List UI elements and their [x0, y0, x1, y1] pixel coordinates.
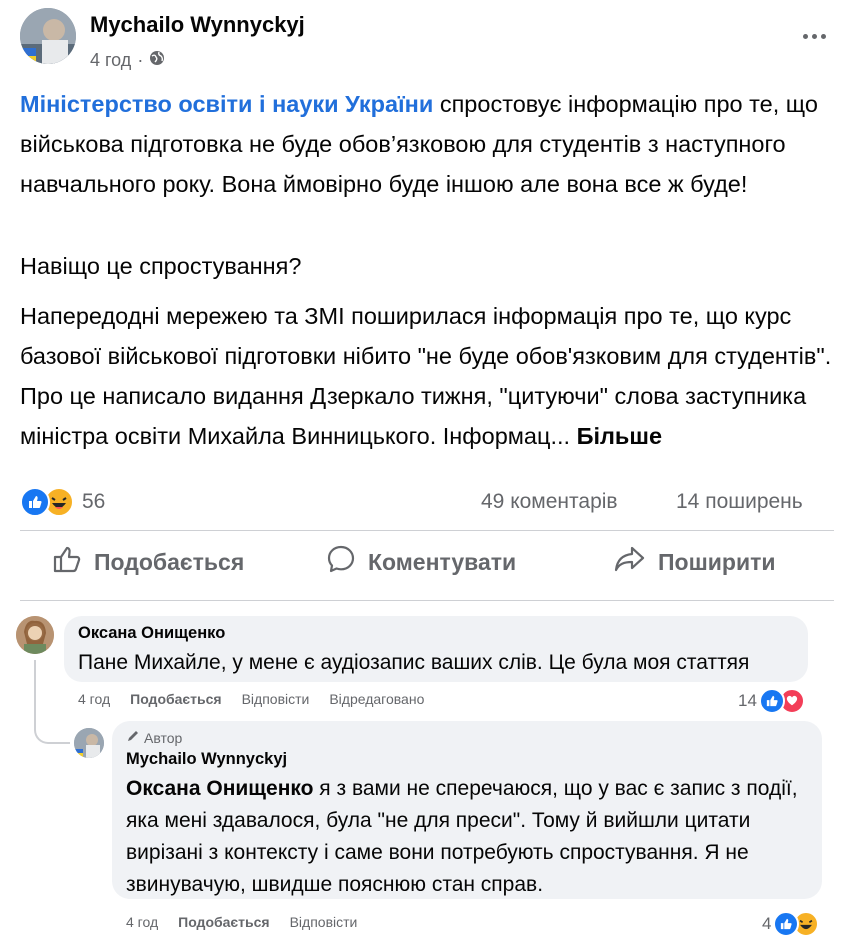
share-button-label: Поширити	[658, 548, 776, 575]
dot-icon	[811, 33, 817, 39]
reply-bubble: Автор Mychailo Wynnyckyj Оксана Онищенко…	[112, 721, 822, 899]
reply-reactions[interactable]: 4	[762, 911, 820, 937]
thumbs-up-icon	[52, 544, 82, 580]
commenter-photo-icon	[16, 616, 54, 654]
like-reaction-icon	[20, 487, 50, 517]
comment-bubble-icon	[326, 544, 356, 580]
divider	[20, 530, 834, 531]
pencil-icon	[126, 729, 140, 746]
like-button[interactable]: Подобається	[52, 540, 244, 584]
reaction-count: 56	[82, 490, 106, 513]
comment-like-button[interactable]: Подобається	[130, 691, 221, 707]
meta-separator: ·	[137, 50, 144, 70]
post-paragraph-1: Міністерство освіти і науки України спро…	[20, 84, 840, 204]
post-paragraph-3: Напередодні мережею та ЗМІ поширилася ін…	[20, 296, 840, 456]
ministry-link[interactable]: Міністерство освіти і науки України	[20, 91, 433, 117]
post-paragraph-3-text: Напередодні мережею та ЗМІ поширилася ін…	[20, 303, 832, 449]
commenter-avatar[interactable]	[16, 616, 54, 654]
reply-author-name[interactable]: Mychailo Wynnyckyj	[126, 750, 808, 769]
comments-count[interactable]: 49 коментарів	[481, 490, 618, 514]
reactions-summary[interactable]: 56	[20, 487, 105, 517]
reply-reaction-count: 4	[762, 914, 772, 933]
like-button-label: Подобається	[94, 548, 245, 575]
see-more-link[interactable]: Більше	[577, 423, 662, 449]
globe-icon	[149, 50, 165, 71]
reply-author-photo-icon	[74, 728, 104, 758]
comment-text: Пане Михайле, у мене є аудіозапис ваших …	[78, 651, 750, 674]
comment-button[interactable]: Коментувати	[326, 540, 516, 584]
dot-icon	[802, 33, 808, 39]
reply-author-avatar[interactable]	[74, 728, 104, 758]
divider	[20, 600, 834, 601]
shares-count[interactable]: 14 поширень	[676, 490, 803, 514]
comment-time[interactable]: 4 год	[78, 691, 110, 707]
comment-reaction-count: 14	[738, 691, 757, 710]
share-button[interactable]: Поширити	[614, 540, 775, 584]
dot-icon	[820, 33, 826, 39]
like-reaction-icon	[758, 688, 785, 714]
mentioned-user-link[interactable]: Оксана Онищенко	[126, 777, 313, 800]
post-author-name[interactable]: Mychailo Wynnyckyj	[90, 12, 305, 38]
share-arrow-icon	[614, 544, 646, 580]
comment-meta: 4 год Подобається Відповісти Відредагова…	[78, 691, 424, 707]
author-badge: Автор	[126, 729, 808, 746]
thread-connector	[34, 660, 70, 744]
reply-text: Оксана Онищенко я з вами не сперечаюся, …	[126, 773, 808, 901]
reply-meta: 4 год Подобається Відповісти	[126, 914, 357, 930]
post-meta: 4 год ·	[90, 50, 165, 71]
post-paragraph-2: Навіщо це спростування?	[20, 253, 302, 279]
reply-time[interactable]: 4 год	[126, 914, 158, 930]
comment-reply-button[interactable]: Відповісти	[242, 691, 310, 707]
reply-like-button[interactable]: Подобається	[178, 914, 269, 930]
author-avatar[interactable]	[20, 8, 76, 64]
comment-edited-label: Відредаговано	[329, 691, 425, 707]
post-time[interactable]: 4 год	[90, 50, 131, 71]
comment-bubble: Оксана Онищенко Пане Михайле, у мене є а…	[64, 616, 808, 682]
comment-author-name[interactable]: Оксана Онищенко	[78, 624, 794, 643]
reply-reply-button[interactable]: Відповісти	[290, 914, 358, 930]
comment-reactions[interactable]: 14	[738, 688, 805, 714]
author-badge-label: Автор	[144, 729, 183, 746]
comment-button-label: Коментувати	[368, 548, 517, 575]
post-options-button[interactable]	[796, 24, 832, 48]
author-photo-icon	[20, 8, 76, 64]
